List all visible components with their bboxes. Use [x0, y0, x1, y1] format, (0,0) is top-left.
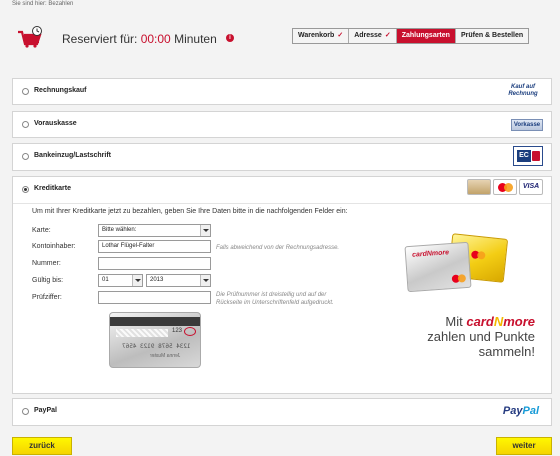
step-label: Warenkorb [298, 32, 335, 39]
promo-line-3: sammeln! [478, 344, 535, 359]
cvv-hint-line: Rückseite im Unterschriftenfeld aufgedru… [216, 300, 334, 306]
step-label: Zahlungsarten [401, 32, 450, 39]
sample-card-name: Jenna Muster [150, 353, 181, 359]
radio-paypal[interactable] [22, 408, 29, 415]
option-label: PayPal [34, 407, 57, 414]
cardnmore-card-icon [467, 179, 491, 195]
next-button[interactable]: weiter [496, 437, 552, 455]
creditcard-logos: VISA [467, 179, 543, 195]
logo-line: Kauf auf [511, 84, 535, 90]
card-brand: cardNmore [411, 249, 450, 259]
row-valid: Gültig bis: 01 2013 [32, 274, 232, 288]
creditcard-form: Um mit Ihrer Kreditkarte jetzt zu bezahl… [13, 203, 551, 396]
cvv-hint: Die Prüfnummer ist dreistellig und auf d… [216, 291, 334, 307]
kauf-auf-rechnung-logo: Kauf auf Rechnung [503, 84, 543, 100]
card-number-input[interactable] [98, 257, 211, 270]
mastercard-icon [493, 179, 517, 195]
signature-field [116, 329, 168, 337]
chevron-down-icon [200, 275, 210, 286]
step-zahlungsarten: Zahlungsarten [396, 29, 456, 43]
cvv-label: Prüfziffer: [32, 294, 62, 301]
valid-label: Gültig bis: [32, 277, 64, 284]
ec-logo: EC [513, 146, 543, 166]
holder-input[interactable]: Lothar Flügel-Falter [98, 240, 211, 253]
valid-month-value: 01 [102, 277, 109, 283]
back-button[interactable]: zurück [12, 437, 72, 455]
silver-card: cardNmore [404, 241, 472, 293]
promo-mit: Mit [445, 314, 463, 329]
vorkasse-logo: Vorkasse [511, 119, 543, 131]
magnetic-stripe [110, 317, 200, 326]
step-warenkorb[interactable]: Warenkorb ✓ [293, 29, 350, 43]
cvv-hint-line: Die Prüfnummer ist dreistellig und auf d… [216, 292, 327, 298]
payment-option-paypal[interactable]: PayPal PayPal [12, 398, 552, 426]
logo-line: Rechnung [508, 91, 538, 97]
row-cvv: Prüfziffer: Die Prüfnummer ist dreistell… [32, 291, 432, 307]
radio-vorauskasse[interactable] [22, 121, 29, 128]
ec-logo-mark [532, 151, 540, 161]
option-label: Kreditkarte [34, 185, 71, 192]
option-label: Rechnungskauf [34, 87, 87, 94]
radio-rechnungskauf[interactable] [22, 88, 29, 95]
cardnmore-promo: Mit cardNmore zahlen und Punkte sammeln! [427, 314, 535, 359]
breadcrumb: Sie sind hier: Bezahlen [12, 1, 74, 7]
row-card: Karte: Bitte wählen: [32, 224, 232, 238]
number-label: Nummer: [32, 260, 61, 267]
cvv-highlight-ring [184, 327, 196, 336]
mastercard-icon [470, 250, 486, 260]
chevron-down-icon [132, 275, 142, 286]
form-intro: Um mit Ihrer Kreditkarte jetzt zu bezahl… [32, 208, 348, 215]
payment-option-kreditkarte: Kreditkarte VISA Um mit Ihrer Kreditkart… [12, 176, 552, 394]
chevron-down-icon [200, 225, 210, 236]
promo-line-1: Mit cardNmore [427, 314, 535, 329]
mastercard-icon [451, 274, 467, 284]
payment-option-bankeinzug[interactable]: Bankeinzug/Lastschrift EC [12, 143, 552, 171]
reservation-timer: Reserviert für: 00:00 Minuten [62, 32, 217, 46]
valid-year-value: 2013 [150, 277, 164, 283]
payment-option-vorauskasse[interactable]: Vorauskasse Vorkasse [12, 111, 552, 138]
promo-line-2: zahlen und Punkte [427, 329, 535, 344]
radio-kreditkarte[interactable] [22, 186, 29, 193]
reservation-prefix: Reserviert für: [62, 32, 138, 46]
step-pruefen-bestellen: Prüfen & Bestellen [455, 29, 529, 43]
sample-card-number: 1234 5678 9123 4567 [122, 343, 191, 350]
card-back-illustration: 123 1234 5678 9123 4567 Jenna Muster [109, 312, 201, 368]
holder-hint: Falls abweichend von der Rechnungsadress… [216, 245, 340, 251]
info-icon[interactable]: i [226, 34, 234, 42]
check-icon: ✓ [384, 32, 391, 39]
checkout-header: Reserviert für: 00:00 Minuten i Warenkor… [12, 20, 552, 60]
kreditkarte-header[interactable]: Kreditkarte VISA [13, 177, 551, 203]
valid-year-select[interactable]: 2013 [146, 274, 211, 287]
check-icon: ✓ [337, 32, 344, 39]
row-holder: Kontoinhaber: Lothar Flügel-Falter Falls… [32, 240, 432, 254]
reservation-suffix: Minuten [174, 32, 217, 46]
cardnmore-cards-image: cardNmore [404, 233, 514, 306]
shopping-basket-icon [18, 26, 42, 48]
visa-icon: VISA [519, 179, 543, 195]
card-select[interactable]: Bitte wählen: [98, 224, 211, 237]
radio-bankeinzug[interactable] [22, 153, 29, 160]
paypal-logo: PayPal [502, 405, 539, 417]
card-label: Karte: [32, 227, 51, 234]
sample-cvv: 123 [172, 328, 183, 334]
step-label: Prüfen & Bestellen [460, 32, 524, 39]
option-label: Vorauskasse [34, 120, 77, 127]
cvv-input[interactable] [98, 291, 211, 304]
option-label: Bankeinzug/Lastschrift [34, 152, 112, 159]
promo-brand: cardNmore [466, 314, 535, 329]
row-number: Nummer: [32, 257, 232, 271]
valid-month-select[interactable]: 01 [98, 274, 143, 287]
step-adresse[interactable]: Adresse ✓ [349, 29, 397, 43]
checkout-steps: Warenkorb ✓ Adresse ✓ Zahlungsarten Prüfen… [292, 28, 530, 44]
ec-logo-text: EC [517, 150, 531, 162]
step-label: Adresse [354, 32, 382, 39]
card-select-value: Bitte wählen: [102, 227, 137, 233]
reservation-time: 00:00 [140, 32, 171, 46]
holder-label: Kontoinhaber: [32, 243, 76, 250]
payment-option-rechnungskauf[interactable]: Rechnungskauf Kauf auf Rechnung [12, 78, 552, 105]
